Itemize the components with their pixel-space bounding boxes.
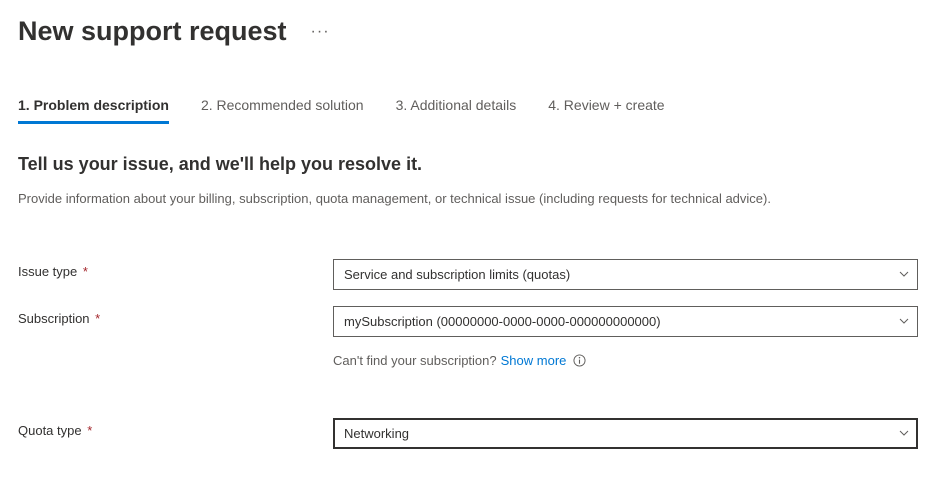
section-description: Provide information about your billing, … [18, 189, 898, 209]
quota-type-value: Networking [344, 426, 409, 441]
issue-type-value: Service and subscription limits (quotas) [344, 267, 570, 282]
subscription-select[interactable]: mySubscription (00000000-0000-0000-00000… [333, 306, 918, 337]
subscription-label: Subscription * [18, 306, 333, 326]
wizard-tabs: 1. Problem description 2. Recommended so… [18, 97, 921, 124]
tab-problem-description[interactable]: 1. Problem description [18, 97, 169, 124]
page-title: New support request [18, 16, 287, 47]
subscription-helper: Can't find your subscription? Show more [333, 353, 918, 368]
issue-type-select[interactable]: Service and subscription limits (quotas) [333, 259, 918, 290]
more-actions-icon[interactable]: ··· [307, 19, 334, 45]
info-icon[interactable] [572, 353, 586, 367]
quota-type-label: Quota type * [18, 418, 333, 438]
subscription-value: mySubscription (00000000-0000-0000-00000… [344, 314, 661, 329]
section-heading: Tell us your issue, and we'll help you r… [18, 154, 921, 175]
issue-type-label: Issue type * [18, 259, 333, 279]
required-marker: * [95, 311, 100, 326]
tab-review-create[interactable]: 4. Review + create [548, 97, 664, 124]
quota-type-select[interactable]: Networking [333, 418, 918, 449]
tab-recommended-solution[interactable]: 2. Recommended solution [201, 97, 364, 124]
show-more-link[interactable]: Show more [501, 353, 567, 368]
required-marker: * [83, 264, 88, 279]
tab-additional-details[interactable]: 3. Additional details [396, 97, 517, 124]
required-marker: * [87, 423, 92, 438]
